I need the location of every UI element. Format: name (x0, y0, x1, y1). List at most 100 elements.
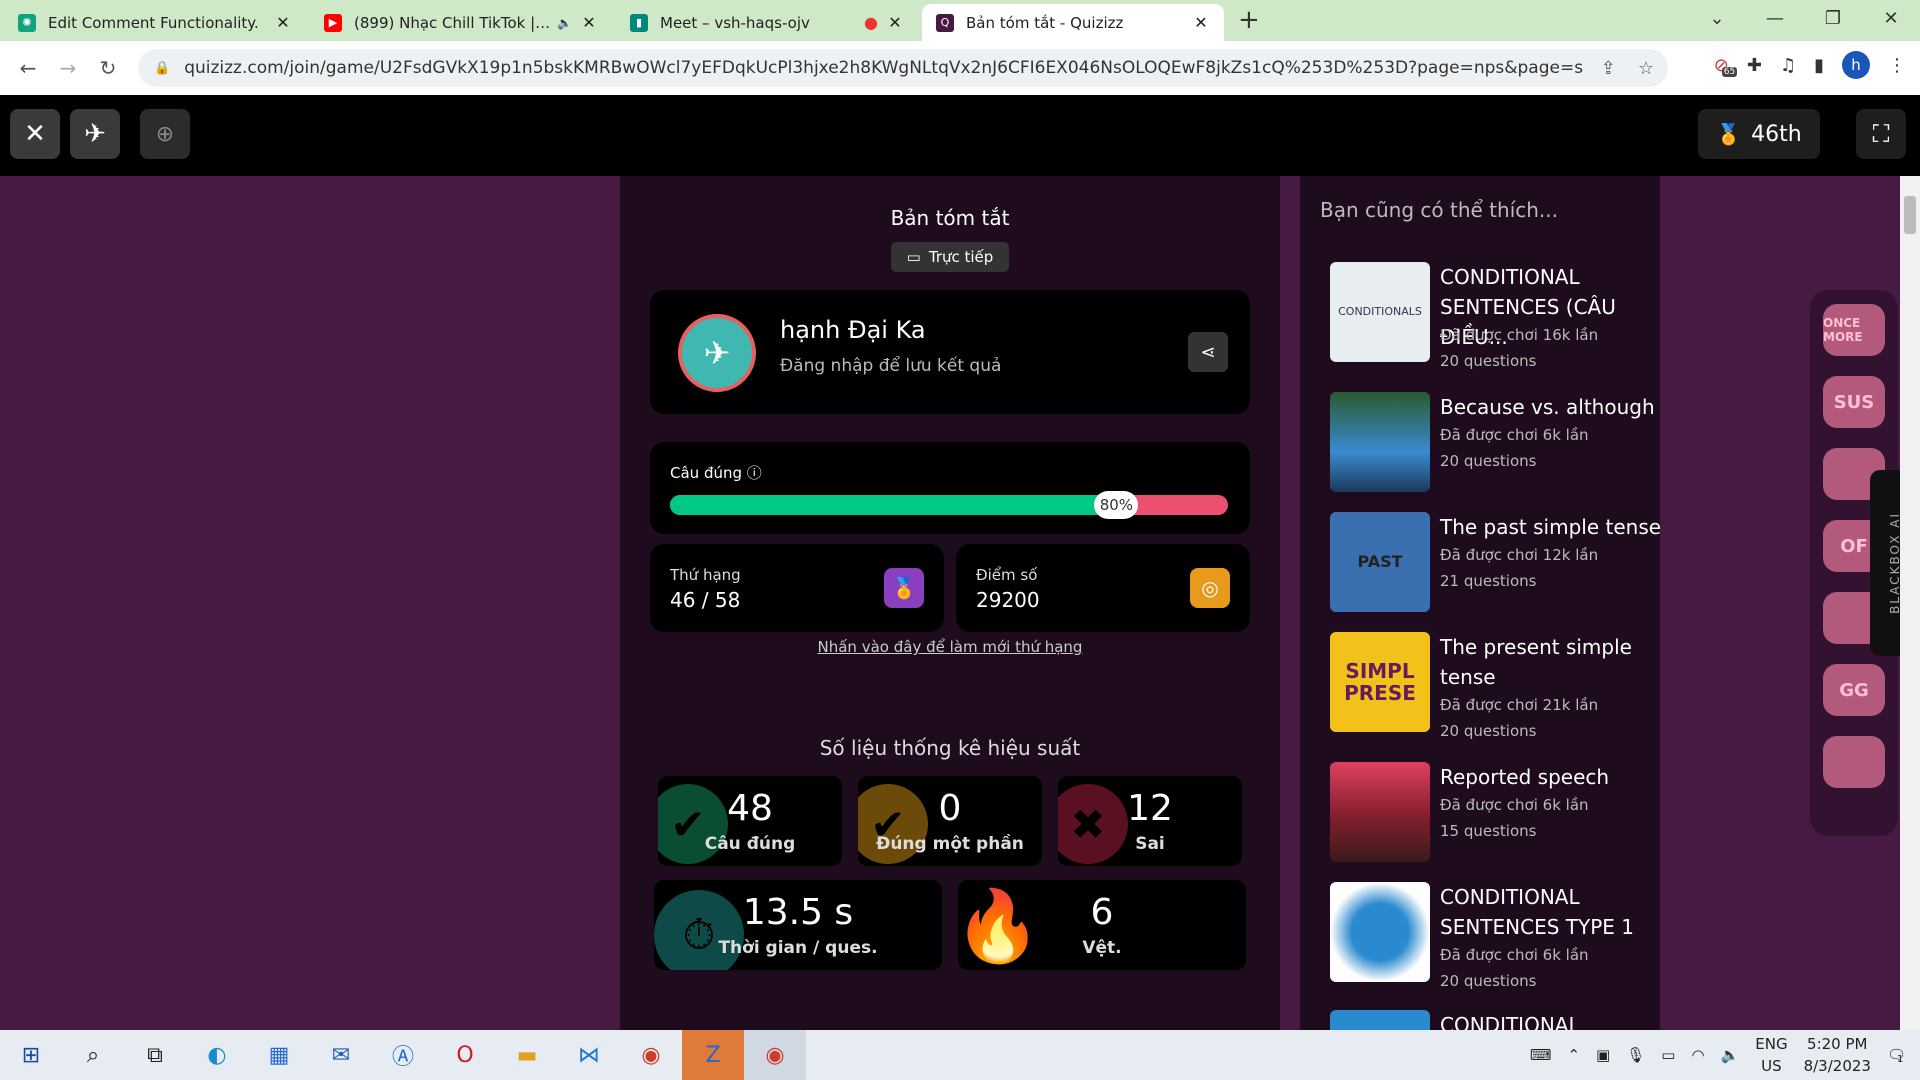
tab-search-icon[interactable]: ⌄ (1688, 0, 1746, 38)
opera-icon[interactable]: O (434, 1030, 496, 1080)
stat-value: 48 (727, 788, 773, 829)
language-indicator[interactable]: ENG US (1755, 1033, 1787, 1077)
quiz-questions: 21 questions (1440, 572, 1537, 590)
back-icon[interactable]: ← (8, 56, 48, 80)
stat-partial: ✔ 0 Đúng một phần (858, 776, 1042, 866)
refresh-rank-link[interactable]: Nhấn vào đây để làm mới thứ hạng (620, 638, 1280, 656)
fullscreen-button[interactable]: ⛶ (1856, 109, 1906, 159)
rank-value: 46 / 58 (670, 588, 741, 612)
sticker-gg[interactable]: GG (1823, 664, 1885, 716)
quiz-thumbnail: CONDITIONALS (1330, 262, 1430, 362)
tab-meet[interactable]: ▮ Meet – vsh-haqs-ojv ● ✕ (616, 4, 918, 41)
zoom-icon[interactable]: ⊕ (140, 109, 190, 159)
notification-icon[interactable]: 🗨 1 (1887, 1046, 1906, 1065)
stat-value: 12 (1127, 788, 1173, 829)
chrome-profile-icon[interactable]: ◉ (744, 1030, 806, 1080)
close-quiz-button[interactable]: ✕ (10, 109, 60, 159)
sticker-once-more[interactable]: ONCE MORE (1823, 304, 1885, 356)
list-item[interactable]: CONDITIONAL (1330, 1010, 1660, 1030)
quiz-title[interactable]: The past simple tense (1440, 512, 1670, 542)
keyboard-icon[interactable]: ⌨ (1530, 1046, 1552, 1064)
stat-label: Đúng một phần (876, 834, 1024, 854)
quiz-plays: Đã được chơi 6k lần (1440, 796, 1589, 814)
quiz-title[interactable]: CONDITIONAL (1440, 1010, 1660, 1030)
scrollbar-thumb[interactable] (1904, 196, 1916, 234)
score-value: 29200 (976, 588, 1040, 612)
stat-value: 0 (938, 788, 962, 829)
info-icon[interactable]: ⓘ (747, 464, 762, 482)
url-text[interactable]: quizizz.com/join/game/U2FsdGVkX19p1n5bsk… (184, 58, 1584, 78)
maximize-button[interactable]: ❐ (1804, 0, 1862, 38)
close-tab-icon[interactable]: ✕ (580, 13, 598, 32)
login-prompt[interactable]: Đăng nhập để lưu kết quả (780, 356, 1001, 376)
list-item[interactable]: Reported speech Đã được chơi 6k lần 15 q… (1330, 762, 1660, 862)
store-icon[interactable]: ▦ (248, 1030, 310, 1080)
tab-title: Edit Comment Functionality. (48, 13, 259, 32)
mail-icon[interactable]: ✉ (310, 1030, 372, 1080)
page-scrollbar[interactable] (1900, 176, 1920, 1030)
sticker-face[interactable] (1823, 736, 1885, 788)
quiz-plays: Đã được chơi 21k lần (1440, 696, 1599, 714)
stat-streak: 🔥 6 Vệt. (958, 880, 1246, 970)
url-input[interactable]: 🔒 quizizz.com/join/game/U2FsdGVkX19p1n5b… (138, 49, 1668, 87)
chevron-up-icon[interactable]: ⌃ (1567, 1046, 1580, 1064)
edge-icon[interactable]: ◐ (186, 1030, 248, 1080)
notification-count: 1 (1896, 1054, 1904, 1065)
chrome-icon[interactable]: ◉ (620, 1030, 682, 1080)
audio-icon[interactable]: 🔈 (557, 16, 572, 30)
wifi-icon[interactable]: ◠ (1691, 1046, 1704, 1064)
volume-icon[interactable]: 🔈 (1721, 1046, 1740, 1064)
search-icon[interactable]: ⌕ (62, 1030, 124, 1080)
minimize-button[interactable]: — (1746, 0, 1804, 38)
puzzle-extensions-icon[interactable]: ✚ (1747, 55, 1762, 76)
sticker-sus[interactable]: SUS (1823, 376, 1885, 428)
start-windows-icon[interactable]: ⊞ (0, 1030, 62, 1080)
media-control-icon[interactable]: ♫ (1780, 55, 1796, 76)
app-store-icon[interactable]: Ⓐ (372, 1030, 434, 1080)
new-tab-button[interactable]: + (1238, 5, 1260, 35)
tab-quizizz[interactable]: Q Bản tóm tắt - Quizizz ✕ (922, 4, 1224, 41)
tab-chatgpt[interactable]: ✺ Edit Comment Functionality. ✕ (4, 4, 306, 41)
bookmark-star-icon[interactable]: ☆ (1638, 58, 1654, 79)
side-panel-icon[interactable]: ▮ (1814, 55, 1824, 76)
task-view-icon[interactable]: ⧉ (124, 1030, 186, 1080)
close-tab-icon[interactable]: ✕ (274, 13, 292, 32)
profile-avatar[interactable]: h (1842, 51, 1870, 79)
vscode-icon[interactable]: ⋈ (558, 1030, 620, 1080)
stat-value: 13.5 s (742, 892, 854, 933)
microphone-icon[interactable]: 🎙 (1626, 1046, 1645, 1064)
accuracy-bar (670, 495, 1228, 515)
quiz-thumbnail (1330, 1010, 1430, 1030)
adblock-extension-icon[interactable]: ⊘ 65 (1714, 55, 1738, 77)
zalo-icon[interactable]: Z (682, 1030, 744, 1080)
quiz-title[interactable]: The present simple tense (1440, 632, 1670, 692)
forward-icon[interactable]: → (48, 56, 88, 80)
close-tab-icon[interactable]: ✕ (1192, 13, 1210, 32)
player-avatar: ✈ (678, 314, 756, 392)
reload-icon[interactable]: ↻ (88, 56, 128, 80)
list-item[interactable]: SIMPL PRESE The present simple tense Đã … (1330, 632, 1660, 740)
quiz-plays: Đã được chơi 16k lần (1440, 326, 1599, 344)
close-tab-icon[interactable]: ✕ (886, 13, 904, 32)
meet-tray-icon[interactable]: ▣ (1596, 1046, 1610, 1064)
lock-icon[interactable]: 🔒 (154, 61, 170, 76)
quiz-title[interactable]: Reported speech (1440, 762, 1670, 792)
chatgpt-icon: ✺ (18, 13, 36, 32)
share-button[interactable]: ⋖ (1188, 332, 1228, 372)
clock[interactable]: 5:20 PM 8/3/2023 (1804, 1033, 1871, 1077)
file-explorer-icon[interactable]: ▬ (496, 1030, 558, 1080)
quiz-questions: 20 questions (1440, 352, 1537, 370)
battery-icon[interactable]: ▭ (1661, 1046, 1675, 1064)
quiz-title[interactable]: Because vs. although (1440, 392, 1670, 422)
list-item[interactable]: PAST The past simple tense Đã được chơi … (1330, 512, 1661, 612)
list-item[interactable]: Because vs. although Đã được chơi 6k lần… (1330, 392, 1660, 492)
list-item[interactable]: CONDITIONAL SENTENCES TYPE 1 Đã được chơ… (1330, 882, 1660, 990)
stat-label: Câu đúng (704, 834, 796, 854)
close-window-button[interactable]: ✕ (1862, 0, 1920, 38)
list-item[interactable]: CONDITIONALS CONDITIONAL SENTENCES (CÂU … (1330, 262, 1660, 370)
quiz-title[interactable]: CONDITIONAL SENTENCES TYPE 1 (1440, 882, 1670, 942)
tab-youtube[interactable]: ▶ (899) Nhạc Chill TikTok | Mor 🔈 ✕ (310, 4, 612, 41)
share-icon[interactable]: ⇪ (1601, 58, 1616, 79)
no-power-ups-icon[interactable]: ✈ (70, 109, 120, 159)
menu-kebab-icon[interactable]: ⋮ (1888, 55, 1906, 76)
